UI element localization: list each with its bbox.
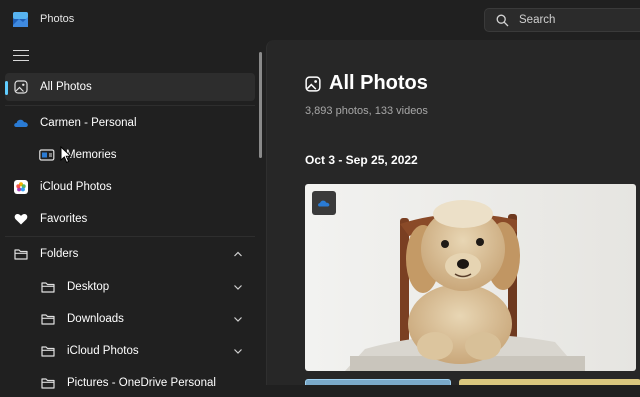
photo-thumbnail-next[interactable]: [305, 379, 451, 385]
page-title: All Photos: [329, 72, 428, 94]
folder-icon: [41, 378, 55, 389]
sidebar-item-label: Memories: [66, 149, 117, 161]
main-content: All Photos 3,893 photos, 133 videos Oct …: [266, 40, 640, 385]
photo-icon: [305, 76, 321, 92]
date-range-header: Oct 3 - Sep 25, 2022: [305, 153, 418, 167]
sidebar-scrollbar[interactable]: [259, 52, 262, 158]
photos-app-icon: [13, 12, 28, 27]
sidebar-item-label: Favorites: [40, 213, 88, 225]
sidebar-item-desktop[interactable]: Desktop: [5, 273, 255, 301]
photo-count: 3,893 photos, 133 videos: [305, 105, 428, 117]
sidebar: All Photos Carmen - Personal Memories iC…: [0, 40, 265, 389]
chevron-up-icon[interactable]: [233, 250, 243, 258]
sidebar-item-label: Folders: [40, 248, 79, 260]
chevron-down-icon[interactable]: [233, 315, 243, 323]
sidebar-item-label: All Photos: [40, 81, 92, 93]
app-title: Photos: [40, 13, 75, 25]
sidebar-item-label: Downloads: [67, 313, 124, 325]
sidebar-item-memories[interactable]: Memories: [5, 141, 255, 169]
title-bar: Photos Search: [0, 0, 640, 40]
divider: [5, 105, 255, 106]
photo-icon: [14, 80, 28, 94]
sidebar-item-label: Pictures - OneDrive Personal: [67, 377, 216, 389]
chevron-down-icon[interactable]: [233, 283, 243, 291]
folder-icon: [41, 282, 55, 293]
sidebar-item-label: iCloud Photos: [40, 181, 112, 193]
sidebar-item-carmen-personal[interactable]: Carmen - Personal: [5, 109, 255, 137]
folder-icon: [41, 346, 55, 357]
folder-icon: [41, 314, 55, 325]
menu-icon[interactable]: [13, 50, 29, 62]
sidebar-item-all-photos[interactable]: All Photos: [5, 73, 255, 101]
icloud-photos-icon: [14, 180, 28, 194]
photo-thumbnail-dog[interactable]: [305, 184, 636, 371]
sidebar-item-folders[interactable]: Folders: [5, 240, 255, 268]
dog-photo-image: [305, 184, 636, 371]
sidebar-item-icloud-photos[interactable]: iCloud Photos: [5, 173, 255, 201]
sidebar-item-pictures-onedrive[interactable]: Pictures - OneDrive Personal: [5, 369, 255, 397]
divider: [5, 236, 255, 237]
search-placeholder: Search: [519, 14, 556, 26]
sidebar-item-label: Desktop: [67, 281, 110, 293]
onedrive-cloud-icon: [14, 119, 28, 127]
chevron-down-icon[interactable]: [233, 347, 243, 355]
search-box[interactable]: Search: [484, 8, 640, 32]
heart-icon: [14, 213, 28, 225]
onedrive-badge: [312, 191, 336, 215]
memories-icon: [39, 149, 55, 161]
sidebar-item-label: Carmen - Personal: [40, 117, 137, 129]
onedrive-cloud-icon: [318, 200, 330, 207]
photo-thumbnail-next[interactable]: [459, 379, 640, 385]
mouse-cursor-icon: [60, 146, 72, 163]
sidebar-item-icloud-photos-folder[interactable]: iCloud Photos: [5, 337, 255, 365]
folder-icon: [14, 249, 28, 260]
sidebar-item-downloads[interactable]: Downloads: [5, 305, 255, 333]
active-indicator: [5, 81, 8, 95]
sidebar-item-label: iCloud Photos: [67, 345, 139, 357]
search-icon: [496, 14, 509, 27]
sidebar-item-favorites[interactable]: Favorites: [5, 205, 255, 233]
